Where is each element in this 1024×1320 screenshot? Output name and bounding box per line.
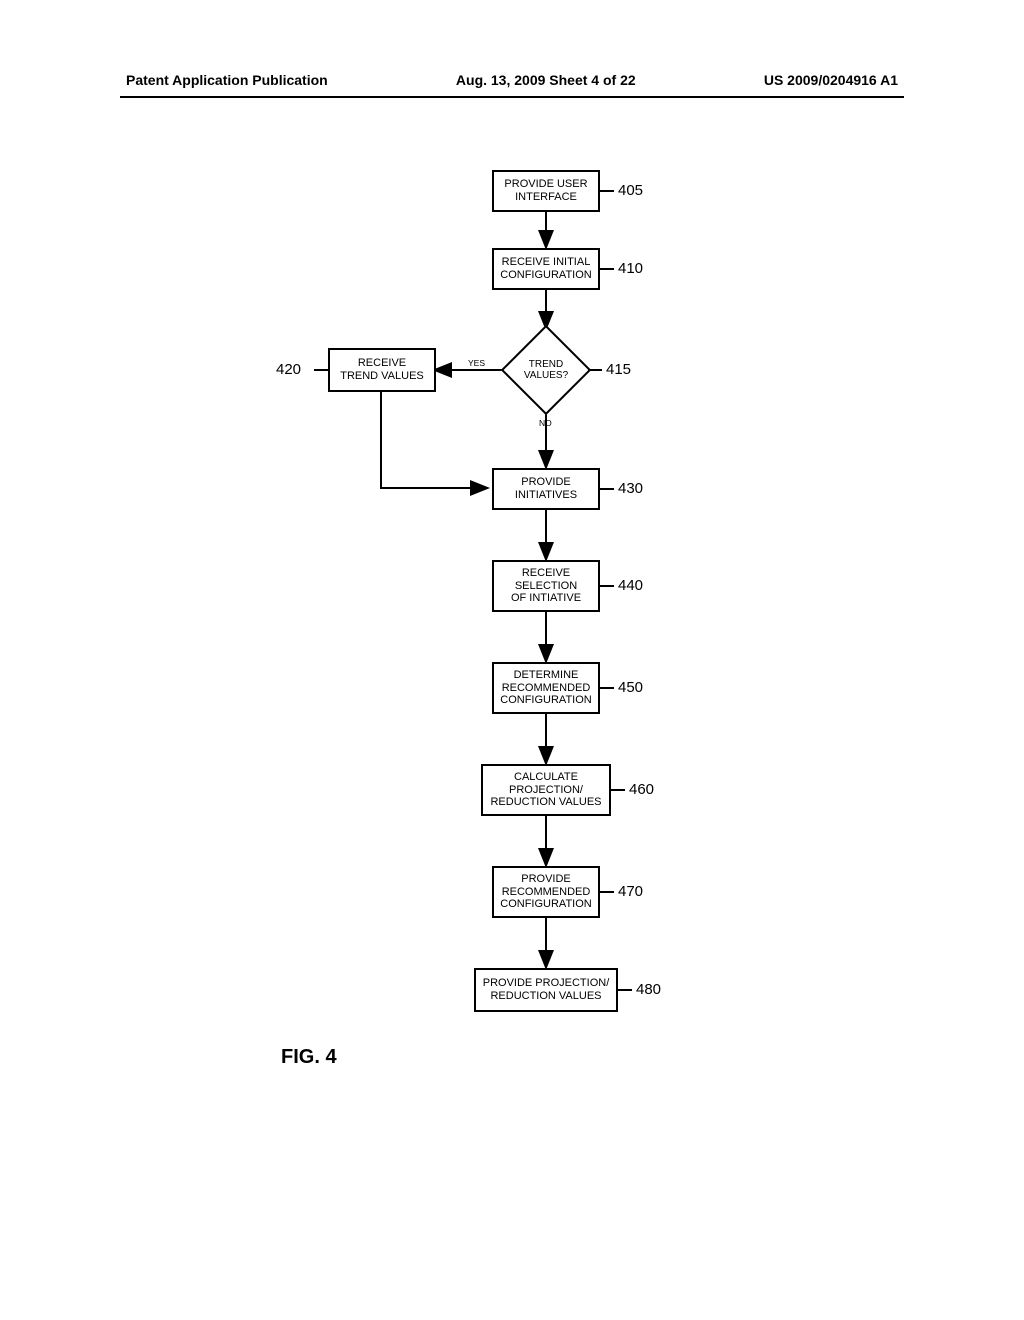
ref-410: 410 <box>618 260 643 277</box>
step-determine-recommended-configuration: DETERMINE RECOMMENDED CONFIGURATION <box>492 662 600 714</box>
step-provide-user-interface: PROVIDE USER INTERFACE <box>492 170 600 212</box>
ref-460: 460 <box>629 781 654 798</box>
ref-415: 415 <box>606 361 631 378</box>
label-no: NO <box>539 418 552 428</box>
ref-430: 430 <box>618 480 643 497</box>
header-mid: Aug. 13, 2009 Sheet 4 of 22 <box>456 72 636 88</box>
decision-text: TREND VALUES? <box>503 327 589 413</box>
ref-tick <box>618 989 632 991</box>
ref-tick <box>600 687 614 689</box>
flowchart: PROVIDE USER INTERFACE 405 RECEIVE INITI… <box>116 170 908 1070</box>
step-provide-recommended-configuration: PROVIDE RECOMMENDED CONFIGURATION <box>492 866 600 918</box>
ref-tick <box>600 190 614 192</box>
ref-405: 405 <box>618 182 643 199</box>
step-receive-trend-values: RECEIVE TREND VALUES <box>328 348 436 392</box>
figure-label: FIG. 4 <box>281 1046 337 1069</box>
patent-page: Patent Application Publication Aug. 13, … <box>116 60 908 1084</box>
step-provide-projection-reduction-values: PROVIDE PROJECTION/ REDUCTION VALUES <box>474 968 618 1012</box>
ref-tick <box>600 488 614 490</box>
ref-tick <box>600 585 614 587</box>
step-receive-initial-configuration: RECEIVE INITIAL CONFIGURATION <box>492 248 600 290</box>
header-right: US 2009/0204916 A1 <box>764 72 898 88</box>
ref-tick <box>314 369 328 371</box>
step-receive-selection-of-initiative: RECEIVE SELECTION OF INTIATIVE <box>492 560 600 612</box>
ref-tick <box>600 268 614 270</box>
ref-450: 450 <box>618 679 643 696</box>
ref-tick <box>600 891 614 893</box>
header-rule <box>120 96 904 98</box>
label-yes: YES <box>468 358 485 368</box>
ref-440: 440 <box>618 577 643 594</box>
step-calculate-projection-reduction-values: CALCULATE PROJECTION/ REDUCTION VALUES <box>481 764 611 816</box>
page-header: Patent Application Publication Aug. 13, … <box>116 60 908 96</box>
ref-tick <box>611 789 625 791</box>
header-left: Patent Application Publication <box>126 72 328 88</box>
ref-420: 420 <box>276 361 301 378</box>
ref-470: 470 <box>618 883 643 900</box>
ref-480: 480 <box>636 981 661 998</box>
decision-trend-values: TREND VALUES? <box>503 327 589 413</box>
step-provide-initiatives: PROVIDE INITIATIVES <box>492 468 600 510</box>
ref-tick <box>588 369 602 371</box>
